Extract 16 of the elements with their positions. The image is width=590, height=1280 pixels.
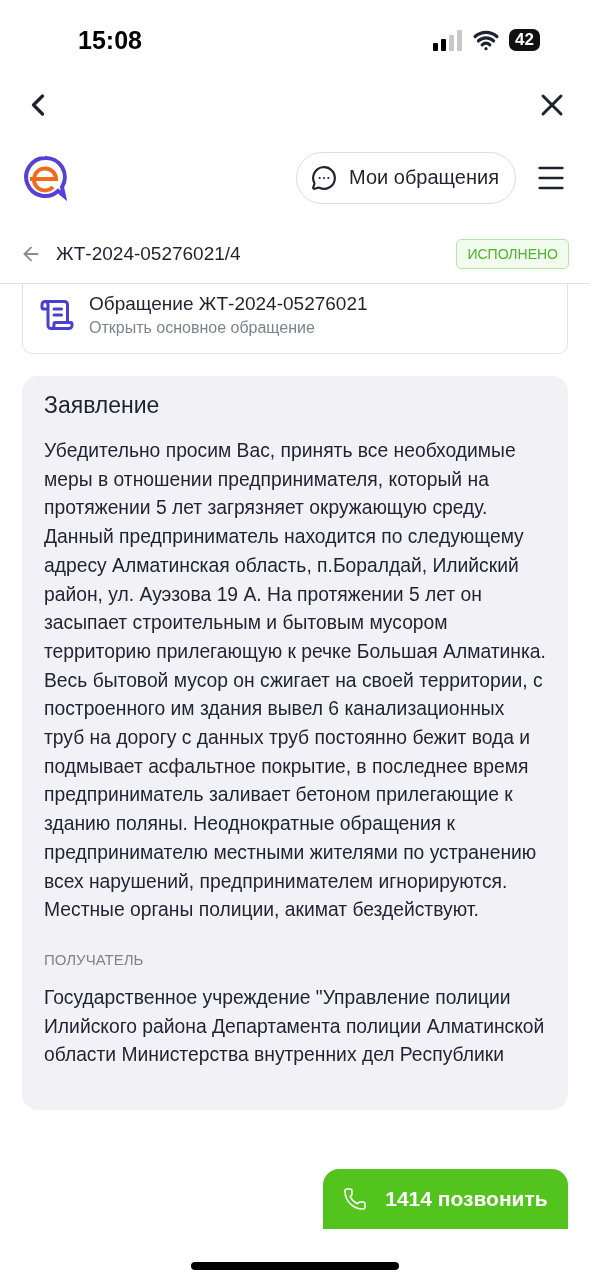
statement-title: Заявление (44, 392, 161, 419)
status-badge: ИСПОЛНЕНО (456, 239, 569, 269)
recipient-label: ПОЛУЧАТЕЛЬ (44, 950, 145, 968)
document-icon (39, 297, 75, 333)
chat-icon (311, 164, 338, 191)
my-requests-button[interactable]: Мои обращения (296, 151, 516, 204)
parent-request-subtitle: Открыть основное обращение (89, 319, 316, 337)
request-number: ЖТ-2024-05276021/4 (56, 243, 241, 265)
statement-text: Убедительно просим Вас, принять все необходимые меры в отношении предпринимателя, который на протяжении 5 лет загрязняет окружающую среду. Данный предприниматель находится по следующему адресу Алматинская область, п.Боралдай, Илийский район, ул. Ауэзова 19 А. На протяжении 5 лет он засыпает строительным и бытовым мусором территорию прилегающую к речке Большая Алматинка. Весь бытовой мусор он сжигает на своей территории, с построенного им здания вывел 6 канализационных труб на дорогу с данных труб постоянно бежит вода и подмывает асфальтное покрытие, в последнее время предприниматель заливает бетоном прилегающие к зданию поляны. Неоднократные обращения к предпринимателю местными жителями по устранению всех нарушений, предпринимателем игнорируются. Местные органы полиции, акимат бездействуют. (44, 439, 546, 923)
logo-icon (22, 154, 68, 201)
battery-level: 42 (509, 29, 540, 51)
status-time: 15:08 (78, 25, 142, 55)
recipient-text: Государственное учреждение "Управление полиции Илийского района Департамента полиции Алматинской области Министерства внутренних дел Республики (44, 985, 546, 1068)
phone-icon (343, 1187, 368, 1211)
parent-request-title[interactable]: Обращение ЖТ-2024-05276021 (89, 293, 368, 315)
signal-icon (433, 29, 464, 51)
